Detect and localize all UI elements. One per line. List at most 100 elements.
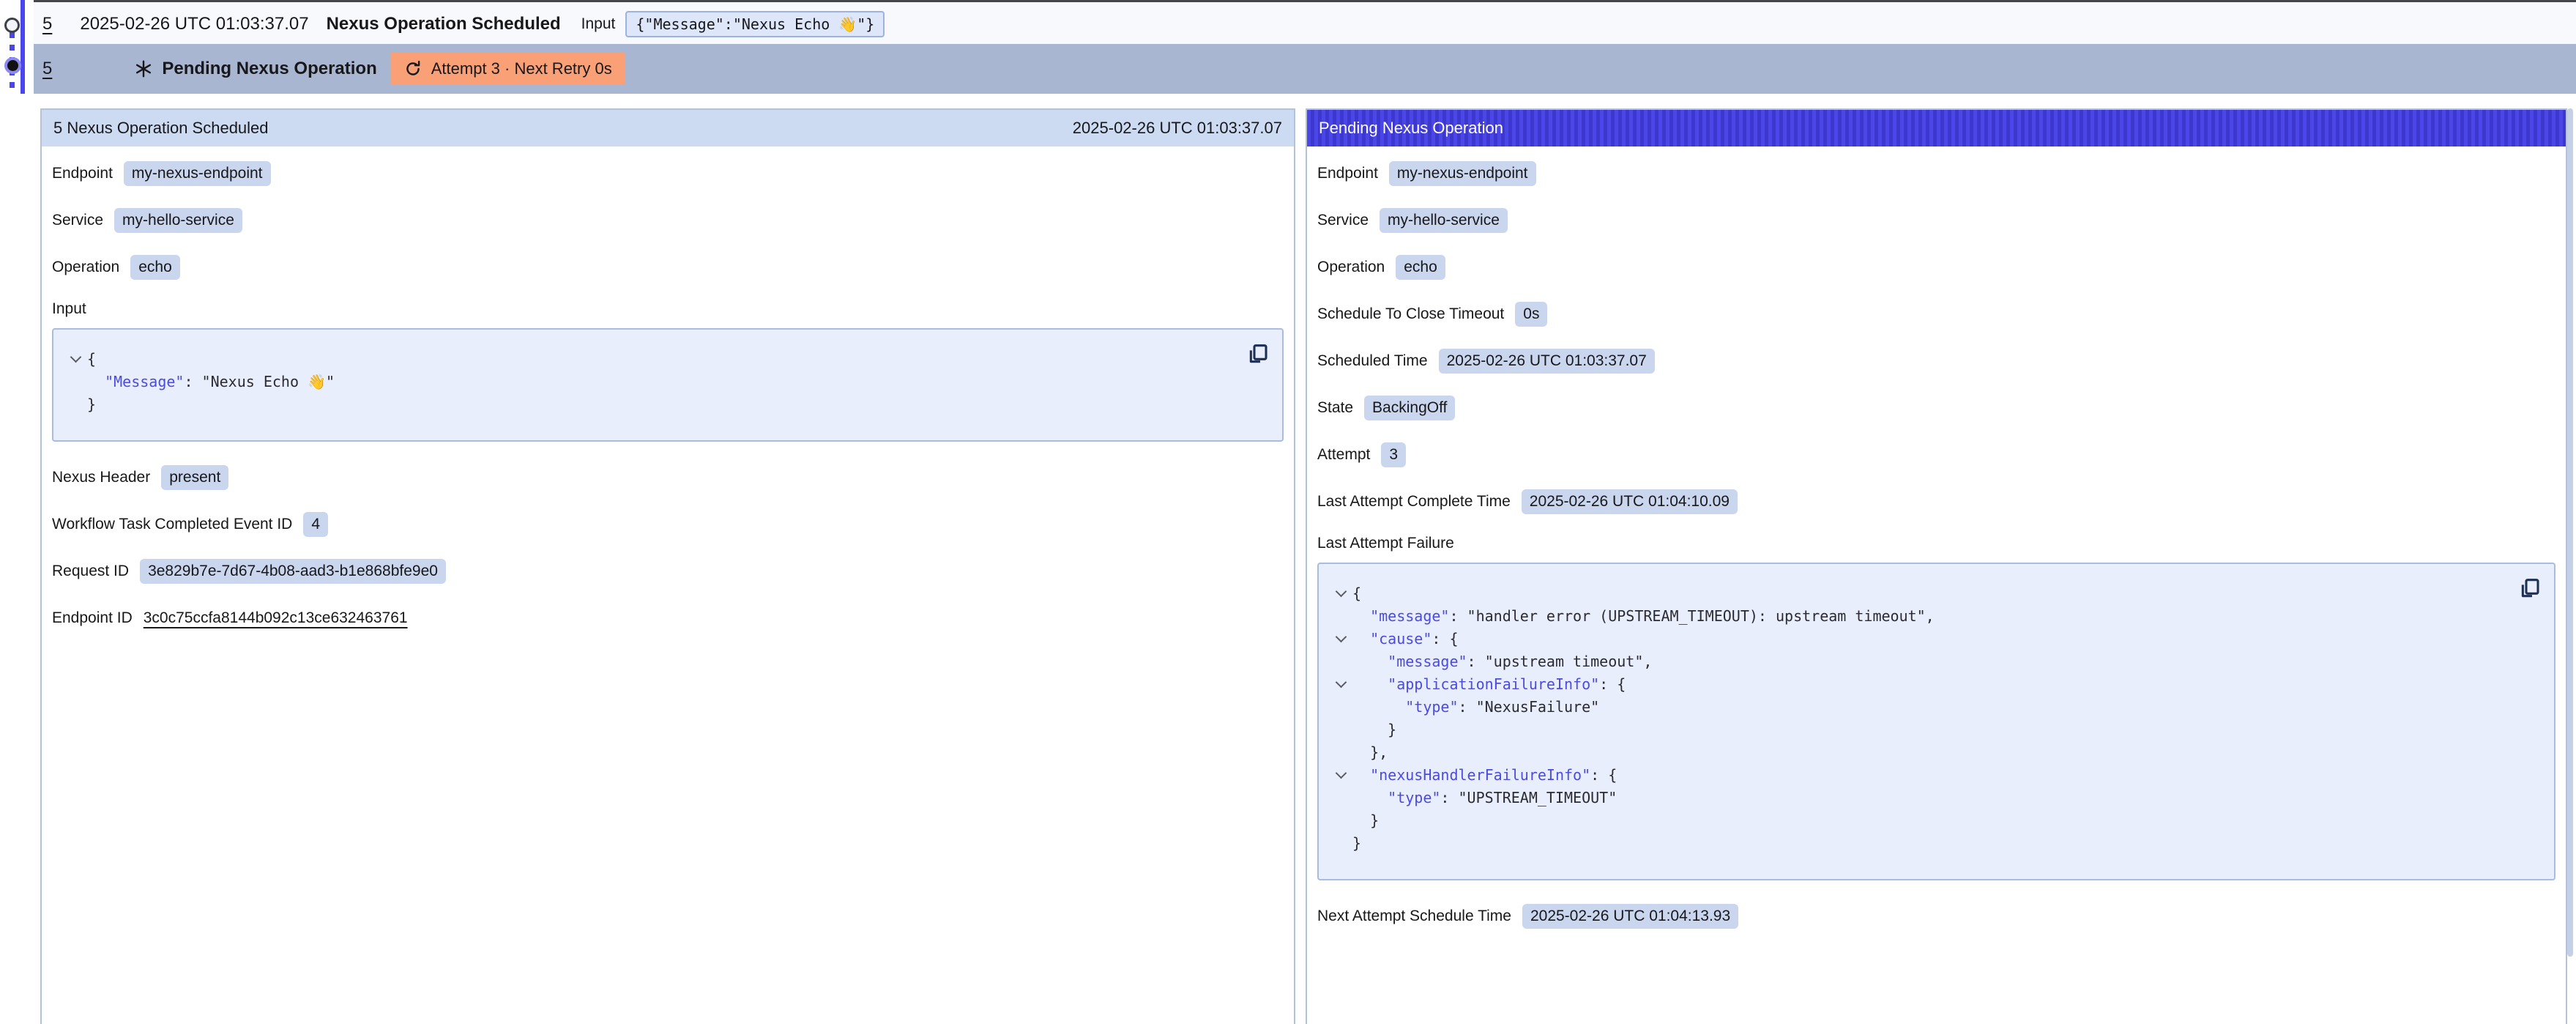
- detail-field-row: Operation echo: [52, 253, 1284, 281]
- event-input-label: Input: [581, 15, 616, 33]
- detail-field-row: Nexus Header present: [52, 464, 1284, 491]
- detail-field-row: Next Attempt Schedule Time 2025-02-26 UT…: [1317, 902, 2555, 930]
- field-value-badge: BackingOff: [1364, 396, 1455, 420]
- input-section-label: Input: [52, 300, 1284, 321]
- field-label: Workflow Task Completed Event ID: [52, 516, 292, 533]
- json-text: : {: [1590, 766, 1617, 784]
- pending-event-id-link[interactable]: 5: [42, 59, 52, 79]
- json-text: : "UPSTREAM_TIMEOUT": [1440, 789, 1617, 806]
- field-value-badge: echo: [1396, 255, 1445, 280]
- copy-icon[interactable]: [1246, 341, 1270, 368]
- retry-badge-text: Attempt 3 · Next Retry 0s: [431, 59, 612, 78]
- detail-field-row: Attempt 3: [1317, 441, 2555, 469]
- event-title: Nexus Operation Scheduled: [327, 14, 561, 34]
- vertical-scrollbar[interactable]: [2567, 108, 2573, 957]
- json-line: "applicationFailureInfo": {: [1329, 672, 2510, 695]
- field-value-badge: 2025-02-26 UTC 01:03:37.07: [1439, 349, 1655, 374]
- json-text: {: [87, 350, 96, 368]
- json-line: "Message": "Nexus Echo 👋": [64, 370, 1238, 393]
- failure-json-block: { "message": "handler error (UPSTREAM_TI…: [1317, 563, 2555, 880]
- detail-field-row: Service my-hello-service: [1317, 207, 2555, 234]
- detail-field-row: Operation echo: [1317, 253, 2555, 281]
- timeline-node-open-icon: [4, 18, 20, 33]
- json-text: {: [1352, 585, 1361, 602]
- json-text: }: [1352, 834, 1361, 852]
- detail-field-row: State BackingOff: [1317, 394, 2555, 422]
- json-key: "message": [1370, 607, 1449, 625]
- collapse-chevron-icon[interactable]: [1329, 590, 1352, 596]
- detail-field-row: Service my-hello-service: [52, 207, 1284, 234]
- json-line: {: [64, 347, 1238, 370]
- pending-title: Pending Nexus Operation: [162, 59, 376, 79]
- right-fields-bottom: Next Attempt Schedule Time 2025-02-26 UT…: [1317, 902, 2555, 930]
- field-value-badge[interactable]: 3c0c75ccfa8144b092c13ce632463761: [144, 606, 408, 631]
- json-text: : {: [1599, 675, 1626, 693]
- field-label: Endpoint ID: [52, 609, 133, 627]
- field-label: Next Attempt Schedule Time: [1317, 908, 1511, 925]
- json-text: : "NexusFailure": [1459, 698, 1600, 716]
- field-label: Service: [1317, 212, 1369, 229]
- json-key: "cause": [1370, 630, 1432, 648]
- json-key: "type": [1388, 789, 1440, 806]
- collapse-chevron-icon[interactable]: [1329, 772, 1352, 777]
- json-key: "applicationFailureInfo": [1388, 675, 1599, 693]
- panel-pending-nexus-operation: Pending Nexus Operation Endpoint my-nexu…: [1306, 108, 2567, 1024]
- json-key: "nexusHandlerFailureInfo": [1370, 766, 1590, 784]
- left-fields-top: Endpoint my-nexus-endpoint Service my-he…: [52, 160, 1284, 281]
- json-line: "cause": {: [1329, 627, 2510, 650]
- field-value-badge: 4: [303, 512, 328, 537]
- json-key: "message": [1388, 653, 1467, 670]
- json-line: "message": "handler error (UPSTREAM_TIME…: [1329, 604, 2510, 627]
- detail-field-row: Endpoint my-nexus-endpoint: [52, 160, 1284, 188]
- event-timestamp: 2025-02-26 UTC 01:03:37.07: [80, 14, 308, 34]
- left-panel-timestamp: 2025-02-26 UTC 01:03:37.07: [1073, 119, 1282, 138]
- json-line: }: [1329, 831, 2510, 854]
- field-value-badge: echo: [130, 255, 180, 280]
- detail-field-row: Request ID 3e829b7e-7d67-4b08-aad3-b1e86…: [52, 557, 1284, 585]
- event-row-pending[interactable]: 5 Pending Nexus Operation Attempt 3 · Ne…: [34, 44, 2576, 94]
- field-label: Endpoint: [52, 165, 113, 182]
- json-text: }: [1370, 812, 1379, 829]
- field-label: Endpoint: [1317, 165, 1378, 182]
- field-label: Schedule To Close Timeout: [1317, 305, 1504, 323]
- json-line: }: [1329, 809, 2510, 831]
- retry-icon: [403, 59, 422, 78]
- field-value-badge: my-hello-service: [1380, 208, 1508, 233]
- collapse-chevron-icon[interactable]: [1329, 636, 1352, 641]
- left-panel-title: 5 Nexus Operation Scheduled: [53, 119, 269, 138]
- json-text: }: [1388, 721, 1396, 738]
- json-text: : "Nexus Echo 👋": [184, 373, 335, 390]
- event-id-link[interactable]: 5: [42, 14, 52, 34]
- detail-field-row: Endpoint ID 3c0c75ccfa8144b092c13ce63246…: [52, 604, 1284, 632]
- field-label: Operation: [1317, 259, 1385, 276]
- timeline-node-current-icon: [4, 57, 21, 74]
- event-row-scheduled[interactable]: 5 2025-02-26 UTC 01:03:37.07 Nexus Opera…: [34, 0, 2576, 46]
- collapse-chevron-icon[interactable]: [1329, 681, 1352, 686]
- timeline-active-bar: [21, 0, 25, 94]
- detail-field-row: Last Attempt Complete Time 2025-02-26 UT…: [1317, 488, 2555, 516]
- field-value-badge: my-nexus-endpoint: [1389, 161, 1536, 186]
- field-label: Operation: [52, 259, 119, 276]
- json-line: }: [64, 393, 1238, 415]
- panel-nexus-operation-scheduled: 5 Nexus Operation Scheduled 2025-02-26 U…: [40, 108, 1295, 1024]
- copy-icon[interactable]: [2517, 576, 2542, 602]
- detail-field-row: Schedule To Close Timeout 0s: [1317, 300, 2555, 328]
- failure-json-lines: { "message": "handler error (UPSTREAM_TI…: [1329, 582, 2510, 854]
- field-value-badge: 0s: [1515, 302, 1547, 327]
- json-key: "type": [1405, 698, 1458, 716]
- input-json-block: { "Message": "Nexus Echo 👋" }: [52, 328, 1284, 442]
- field-value-badge: my-nexus-endpoint: [124, 161, 271, 186]
- json-line: },: [1329, 741, 2510, 763]
- field-label: Scheduled Time: [1317, 352, 1428, 370]
- input-json-lines: { "Message": "Nexus Echo 👋" }: [64, 347, 1238, 415]
- collapse-chevron-icon[interactable]: [64, 356, 87, 361]
- json-text: }: [87, 396, 96, 413]
- detail-field-row: Workflow Task Completed Event ID 4: [52, 511, 1284, 538]
- json-key: "Message": [105, 373, 184, 390]
- field-label: Request ID: [52, 563, 129, 580]
- left-panel-header: 5 Nexus Operation Scheduled 2025-02-26 U…: [42, 110, 1294, 146]
- right-panel-title: Pending Nexus Operation: [1319, 119, 1503, 138]
- field-label: Service: [52, 212, 103, 229]
- retry-status-badge: Attempt 3 · Next Retry 0s: [390, 53, 625, 85]
- field-label: Attempt: [1317, 446, 1370, 464]
